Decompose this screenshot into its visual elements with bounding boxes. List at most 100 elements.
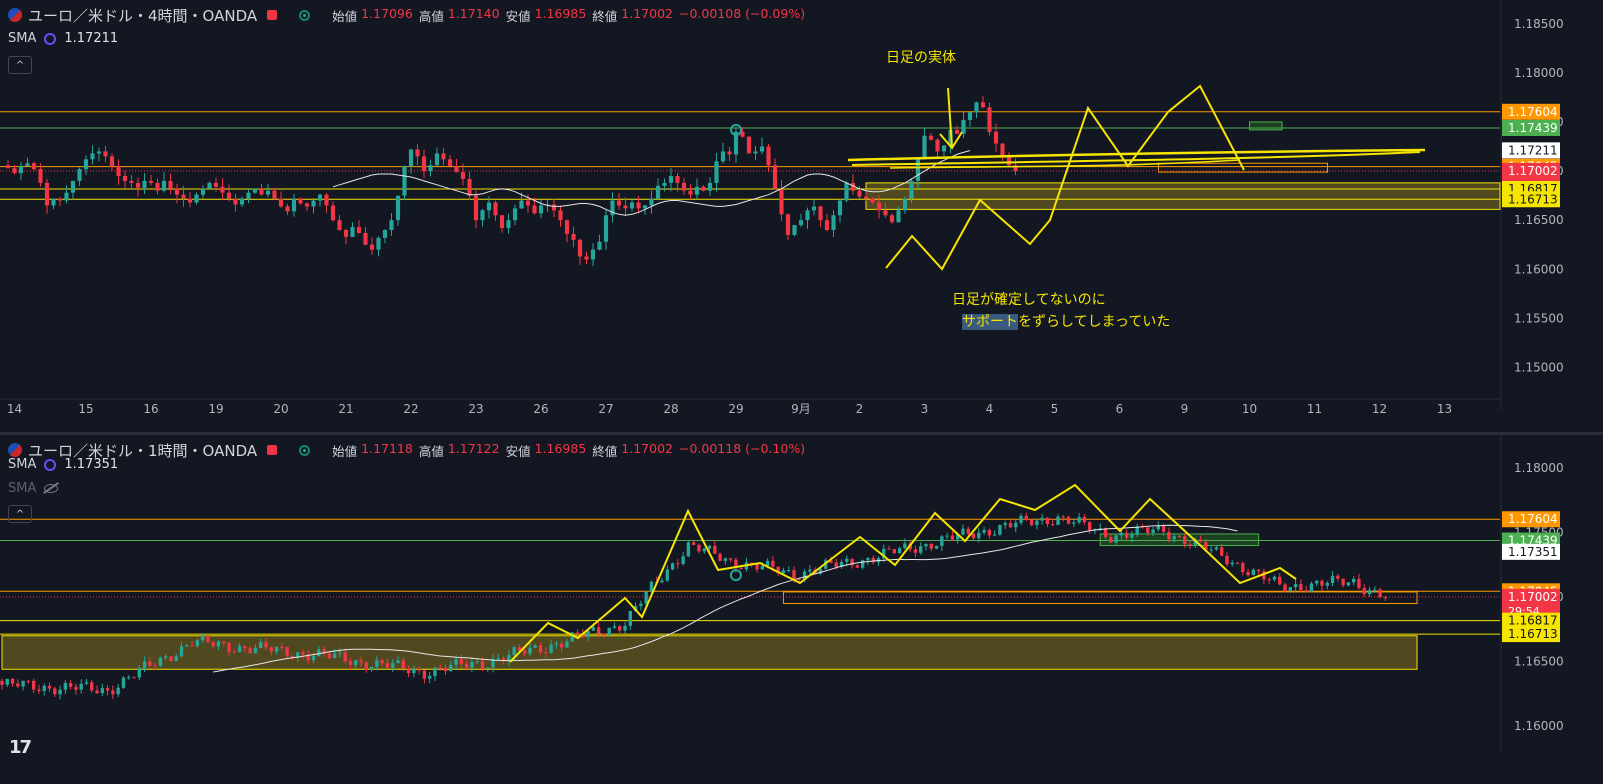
sma-legend[interactable]: SMA 1.17211 xyxy=(8,31,118,46)
candle xyxy=(655,185,661,199)
candle xyxy=(961,120,966,134)
candle xyxy=(95,690,99,694)
candle xyxy=(121,677,126,688)
candle xyxy=(1225,555,1229,565)
sma-legend-hidden[interactable]: SMA xyxy=(8,481,59,496)
candle xyxy=(64,192,69,201)
candle xyxy=(304,203,310,207)
sma-name: SMA xyxy=(8,481,37,496)
candle xyxy=(44,182,50,206)
candle xyxy=(401,660,405,669)
candle xyxy=(1087,522,1092,531)
eurusd-flag-icon xyxy=(8,443,22,457)
candle xyxy=(239,198,245,205)
candle xyxy=(987,107,992,132)
price-label-4: 1.17002 xyxy=(1508,590,1558,604)
ohlc-high-value: 1.17122 xyxy=(447,440,500,456)
candle xyxy=(163,656,168,658)
candle xyxy=(662,182,667,186)
chart-1h[interactable]: 1.160001.165001.170001.175001.180001.176… xyxy=(0,435,1603,784)
candle xyxy=(571,233,576,240)
candle xyxy=(544,652,548,654)
collapse-legend-button[interactable]: ^ xyxy=(8,505,32,523)
candle xyxy=(211,642,215,647)
symbol-header[interactable]: ユーロ／米ドル・4時間・OANDA 始値 1.17096 高値 1.17140 安値… xyxy=(8,5,807,25)
candle xyxy=(1373,589,1377,591)
candle xyxy=(668,176,674,183)
candle xyxy=(200,635,205,641)
candle xyxy=(246,192,251,199)
candle xyxy=(10,678,15,684)
candle xyxy=(876,202,882,211)
candle xyxy=(753,151,758,154)
time-tick-label: 14 xyxy=(7,402,22,416)
chart-4h[interactable]: 1.150001.155001.160001.165001.170001.175… xyxy=(0,0,1603,432)
candle xyxy=(971,533,976,539)
candle xyxy=(681,182,687,191)
annotation-daily-body: 日足の実体 xyxy=(886,50,956,66)
sma-settings-icon[interactable] xyxy=(44,458,57,471)
candle xyxy=(760,565,765,570)
time-tick-label: 27 xyxy=(598,402,613,416)
candle xyxy=(194,194,199,203)
candle xyxy=(1341,578,1345,586)
candle xyxy=(396,660,400,663)
candle xyxy=(987,529,992,536)
candle xyxy=(1061,516,1065,518)
market-status-icon xyxy=(267,10,278,20)
symbol-title[interactable]: ユーロ／米ドル・4時間・OANDA xyxy=(28,5,257,26)
candle xyxy=(190,645,194,647)
candle xyxy=(607,627,611,636)
ohlc-open-key: 始値 xyxy=(332,8,358,24)
candle xyxy=(961,528,965,535)
candle xyxy=(406,668,411,674)
candle xyxy=(1167,531,1171,540)
candle xyxy=(1082,517,1087,523)
candle xyxy=(161,180,167,191)
candle xyxy=(992,534,997,536)
candle xyxy=(434,153,440,166)
candle xyxy=(977,532,981,539)
candle xyxy=(116,166,121,176)
candle xyxy=(227,642,231,652)
candle xyxy=(31,680,36,690)
candle xyxy=(707,545,712,549)
candle xyxy=(866,557,870,561)
annotation-highlight: サポート xyxy=(962,314,1018,330)
candle xyxy=(343,230,349,237)
candle xyxy=(148,180,154,183)
candle xyxy=(350,227,355,237)
eye-hidden-icon[interactable] xyxy=(44,484,59,493)
candle xyxy=(660,580,664,583)
price-tick-label: 1.18500 xyxy=(1514,17,1564,31)
collapse-legend-button[interactable]: ^ xyxy=(8,56,32,74)
candle xyxy=(691,542,696,545)
candle xyxy=(597,241,602,250)
chart-pane-4h[interactable]: 1.150001.155001.160001.165001.170001.175… xyxy=(0,0,1603,432)
candle xyxy=(369,666,374,670)
sma-legend[interactable]: SMA 1.17351 xyxy=(8,457,118,472)
candle xyxy=(480,210,485,221)
sma-settings-icon[interactable] xyxy=(44,32,57,45)
candle xyxy=(591,627,596,631)
symbol-header[interactable]: ユーロ／米ドル・1時間・OANDA 始値 1.17118 高値 1.17122 安値… xyxy=(8,440,807,460)
candle xyxy=(967,112,973,121)
sma-value: 1.17351 xyxy=(64,457,119,472)
price-label-0: 1.17604 xyxy=(1508,105,1558,119)
candle xyxy=(603,215,609,242)
candle xyxy=(1119,532,1124,536)
annotation-arrow xyxy=(939,87,963,150)
candle xyxy=(153,665,157,667)
candle xyxy=(1130,534,1134,538)
candle xyxy=(723,558,728,561)
time-tick-label: 29 xyxy=(728,402,743,416)
candle xyxy=(1109,537,1113,543)
candle xyxy=(460,172,466,179)
chart-pane-1h[interactable]: 1.160001.165001.170001.175001.180001.176… xyxy=(0,435,1603,784)
candle xyxy=(1000,143,1005,157)
candle xyxy=(422,670,427,679)
candle xyxy=(343,652,347,662)
candle xyxy=(584,256,589,260)
candle xyxy=(142,661,147,669)
candle xyxy=(837,200,843,216)
